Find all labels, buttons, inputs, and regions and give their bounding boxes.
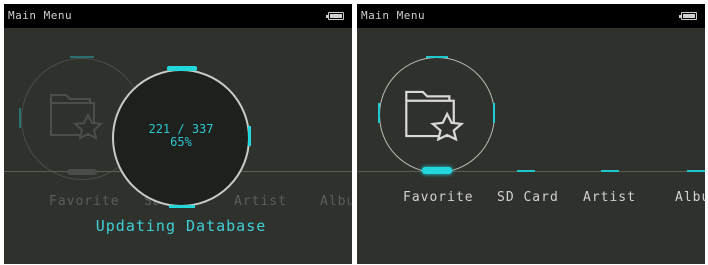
status-title: Main Menu — [361, 9, 426, 22]
progress-tick-top — [167, 66, 197, 71]
carousel-item-album[interactable]: Albu — [675, 190, 705, 205]
status-bar: Main Menu — [4, 4, 352, 28]
carousel-cursor — [67, 169, 97, 175]
carousel-item-sd-card[interactable]: SD Card — [497, 190, 559, 205]
progress-count: 221 / 337 — [148, 122, 214, 136]
ring-tick-left — [19, 108, 21, 128]
status-title: Main Menu — [8, 9, 73, 22]
device-screen-left: Main Menu Favorite SD Artist Albu 221 / … — [4, 4, 352, 264]
battery-icon — [679, 12, 697, 20]
folder-star-icon — [405, 90, 465, 141]
ring-tick-left — [378, 103, 380, 123]
carousel-item-favorite[interactable]: Favorite — [403, 190, 474, 205]
carousel-cursor — [422, 167, 452, 174]
ring-tick-top — [426, 56, 448, 58]
status-bar: Main Menu — [357, 4, 705, 28]
folder-star-icon — [50, 94, 104, 139]
device-screen-right: Main Menu Favorite SD Card Artist Albu — [357, 4, 705, 264]
carousel-item-artist: Artist — [234, 194, 287, 209]
progress-status-label: Updating Database — [95, 217, 267, 235]
carousel-marker-artist — [601, 170, 619, 172]
ring-tick-top — [70, 56, 94, 58]
carousel-item-favorite: Favorite — [49, 194, 120, 209]
battery-icon — [326, 12, 344, 20]
progress-percent: 65% — [170, 135, 192, 149]
carousel-marker-sd-card — [517, 170, 535, 172]
carousel-item-artist[interactable]: Artist — [583, 190, 636, 205]
progress-tick-bottom — [169, 205, 195, 208]
carousel-marker-album — [687, 170, 705, 172]
ring-tick-right — [493, 103, 495, 123]
carousel-item-album: Albu — [320, 194, 352, 209]
